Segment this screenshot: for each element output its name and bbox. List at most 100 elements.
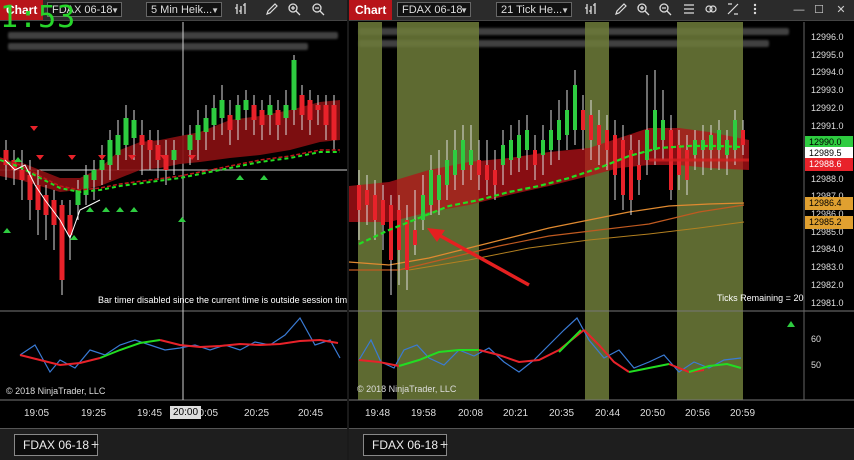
price-label: 12994.0 xyxy=(811,67,844,78)
candle xyxy=(139,135,145,145)
candle xyxy=(501,145,505,165)
candle xyxy=(243,100,249,110)
candle xyxy=(227,115,233,130)
price-label: 12984.0 xyxy=(811,244,844,255)
candle xyxy=(613,135,617,175)
candle xyxy=(709,135,713,150)
left-time-axis[interactable]: 19:05 19:25 19:45 20:05 20:25 20:45 20:0… xyxy=(0,404,347,422)
candle xyxy=(461,140,465,170)
candle xyxy=(509,140,513,160)
price-label: 12992.0 xyxy=(811,102,844,113)
candle xyxy=(291,60,297,110)
price-label: 12996.0 xyxy=(811,32,844,42)
candle xyxy=(299,95,305,115)
time-label: 20:25 xyxy=(244,408,270,419)
ticks-remaining: Ticks Remaining = 20 xyxy=(717,293,804,303)
price-label: 12995.0 xyxy=(811,49,844,60)
candle xyxy=(437,175,441,200)
candle xyxy=(693,140,697,155)
right-tab-bar: FDAX 06-18 + xyxy=(349,428,854,460)
candle xyxy=(557,120,561,140)
right-copyright: © 2018 NinjaTrader, LLC xyxy=(357,384,457,394)
candle xyxy=(155,145,161,160)
candle xyxy=(195,125,201,140)
candle xyxy=(485,165,489,180)
time-label: 20:44 xyxy=(595,408,621,419)
candle xyxy=(685,150,689,180)
candle xyxy=(203,118,209,132)
candle xyxy=(389,205,393,260)
candle xyxy=(597,125,601,145)
price-label: 12993.0 xyxy=(811,85,844,96)
right-add-tab-button[interactable]: + xyxy=(437,435,451,453)
time-label: 19:58 xyxy=(411,408,437,419)
candle xyxy=(251,105,257,120)
candle xyxy=(605,130,609,150)
candle xyxy=(429,170,433,205)
left-chart-window: Chart FDAX 06-18 ▼ 5 Min Heik... ▼ 1:53 xyxy=(0,0,347,460)
candle xyxy=(147,140,153,150)
time-label: 19:25 xyxy=(81,408,107,419)
candle xyxy=(91,170,97,180)
price-badge-bid: 12988.6 xyxy=(805,158,853,171)
candle xyxy=(211,108,217,125)
price-badge-ma1: 12986.4 xyxy=(805,197,853,210)
candle xyxy=(629,150,633,200)
candle xyxy=(187,135,193,150)
indicator-axis-label: 60 xyxy=(811,334,822,344)
candle xyxy=(315,105,321,110)
candle xyxy=(115,135,121,155)
candle xyxy=(397,210,401,250)
right-time-axis[interactable]: 19:48 19:58 20:08 20:21 20:35 20:44 20:5… xyxy=(349,404,804,422)
time-label: 20:35 xyxy=(549,408,575,419)
candle xyxy=(131,120,137,138)
price-badge-ask-value: 12990.0 xyxy=(809,137,842,147)
left-add-tab-button[interactable]: + xyxy=(88,435,102,453)
left-candles xyxy=(3,55,337,295)
candle xyxy=(573,85,577,130)
candle xyxy=(621,140,625,195)
right-price-chart[interactable] xyxy=(349,0,854,428)
candle xyxy=(107,140,113,165)
candle xyxy=(59,205,65,280)
left-price-chart[interactable] xyxy=(0,0,347,428)
candle xyxy=(413,230,417,245)
candle xyxy=(661,120,665,140)
candle xyxy=(235,105,241,120)
candle xyxy=(357,185,361,210)
time-label: 20:50 xyxy=(640,408,666,419)
price-label: 12981.0 xyxy=(811,297,844,308)
candle xyxy=(445,160,449,185)
candle xyxy=(733,120,737,150)
candle xyxy=(637,165,641,180)
candle xyxy=(525,130,529,150)
candle xyxy=(653,110,657,150)
candle xyxy=(477,160,481,175)
time-label: 20:56 xyxy=(685,408,711,419)
candle xyxy=(405,220,409,270)
price-badge-ma2-value: 12985.2 xyxy=(809,217,842,227)
right-instrument-tab[interactable]: FDAX 06-18 xyxy=(363,434,448,456)
time-label: 20:45 xyxy=(298,408,324,419)
candle xyxy=(259,110,265,125)
price-label: 12988.0 xyxy=(811,173,844,184)
candle xyxy=(517,135,521,158)
candle xyxy=(267,105,273,115)
candle xyxy=(493,170,497,185)
time-label: 20:59 xyxy=(730,408,756,419)
price-label: 12982.0 xyxy=(811,279,844,290)
price-badge-bid-value: 12988.6 xyxy=(809,159,842,169)
candle xyxy=(581,110,585,130)
right-chart-window: Chart FDAX 06-18 ▼ 21 Tick He... ▼ — ☐ ✕… xyxy=(349,0,854,460)
time-label: 19:05 xyxy=(24,408,50,419)
left-instrument-tab[interactable]: FDAX 06-18 xyxy=(14,434,99,456)
candle xyxy=(99,160,105,170)
candle xyxy=(533,150,537,165)
candle xyxy=(565,110,569,135)
price-label: 12983.0 xyxy=(811,262,844,273)
candle xyxy=(541,140,545,155)
candle xyxy=(381,200,385,225)
time-label: 20:21 xyxy=(503,408,529,419)
candle xyxy=(373,195,377,220)
price-badge-ma1-value: 12986.4 xyxy=(809,198,842,208)
